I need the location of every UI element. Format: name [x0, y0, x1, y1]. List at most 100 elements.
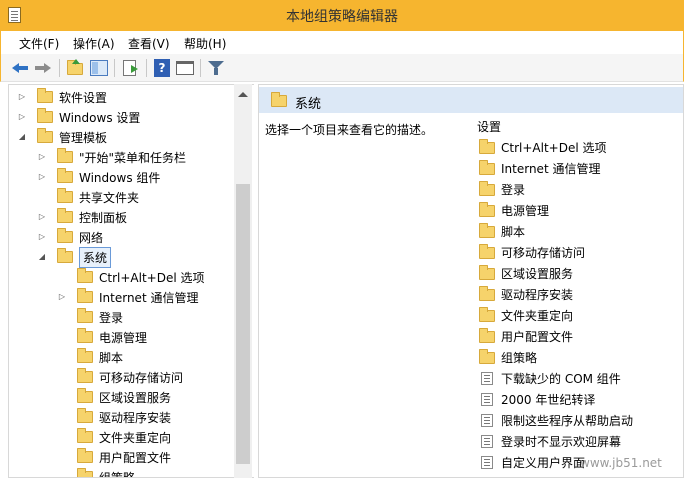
list-item-folder[interactable]: 组策略 — [473, 347, 537, 368]
menu-file[interactable]: 文件(F) — [19, 35, 59, 52]
folder-icon — [57, 148, 73, 163]
toolbar-separator — [146, 59, 147, 77]
tree-item[interactable]: 登录 — [77, 307, 123, 327]
list-item-folder[interactable]: 驱动程序安装 — [473, 284, 573, 305]
tree-item[interactable]: 区域设置服务 — [77, 387, 171, 407]
folder-icon — [479, 285, 495, 301]
folder-icon — [57, 208, 73, 223]
tree-item[interactable]: 可移动存储访问 — [77, 367, 183, 387]
show-hide-tree-icon[interactable] — [89, 58, 109, 78]
forward-icon[interactable] — [33, 58, 53, 78]
folder-icon — [479, 201, 495, 217]
folder-icon — [77, 448, 93, 463]
tree-item-label: Ctrl+Alt+Del 选项 — [99, 270, 205, 285]
tree-item-label: "开始"菜单和任务栏 — [79, 150, 187, 165]
list-item-label: 驱动程序安装 — [501, 288, 574, 302]
tree-item[interactable]: ▷ "开始"菜单和任务栏 — [39, 147, 187, 167]
list-item-label: 用户配置文件 — [501, 330, 574, 344]
collapse-arrow-icon[interactable]: ◢ — [17, 132, 27, 142]
list-item-setting[interactable]: 限制这些程序从帮助启动 — [473, 410, 633, 431]
list-item-setting[interactable]: 自定义用户界面 — [473, 452, 585, 473]
tree-pane[interactable]: ▷ 软件设置 ▷ Windows 设置 ◢ 管理模板 ▷ "开始"菜单和任务栏 ▷ Windows… — [8, 84, 254, 478]
list-item-setting[interactable]: 登录时不显示欢迎屏幕 — [473, 431, 621, 452]
policy-setting-icon — [481, 414, 493, 427]
tree-scrollbar[interactable] — [234, 84, 252, 478]
list-item-label: 2000 年世纪转译 — [501, 393, 596, 407]
list-item-folder[interactable]: 可移动存储访问 — [473, 242, 585, 263]
up-folder-icon[interactable] — [65, 58, 85, 78]
folder-icon — [37, 88, 53, 103]
policy-setting-icon — [481, 372, 493, 385]
tree-item[interactable]: 脚本 — [77, 347, 123, 367]
export-list-icon[interactable] — [121, 58, 141, 78]
help-icon[interactable]: ? — [152, 58, 172, 78]
menu-help[interactable]: 帮助(H) — [184, 35, 226, 52]
expand-arrow-icon[interactable]: ▷ — [17, 112, 27, 122]
menu-action[interactable]: 操作(A) — [73, 35, 115, 52]
tree-item[interactable]: 驱动程序安装 — [77, 407, 171, 427]
expand-arrow-icon[interactable]: ▷ — [37, 152, 47, 162]
expand-arrow-icon[interactable]: ▷ — [57, 292, 67, 302]
list-item-folder[interactable]: 文件夹重定向 — [473, 305, 573, 326]
details-pane: 系统 选择一个项目来查看它的描述。 设置 Ctrl+Alt+Del 选项 Inte… — [258, 84, 684, 478]
list-item-folder[interactable]: 登录 — [473, 179, 525, 200]
folder-icon — [479, 180, 495, 196]
folder-icon — [479, 222, 495, 238]
tree-item[interactable]: ◢ 系统 — [39, 246, 112, 268]
list-item-folder[interactable]: 区域设置服务 — [473, 263, 573, 284]
tree-item[interactable]: 文件夹重定向 — [77, 427, 171, 447]
list-item-folder[interactable]: Ctrl+Alt+Del 选项 — [473, 137, 606, 158]
tree-item[interactable]: 共享文件夹 — [57, 187, 139, 207]
column-header-setting[interactable]: 设置 — [477, 118, 501, 135]
tree-item-label: 软件设置 — [59, 90, 108, 105]
list-item-folder[interactable]: Internet 通信管理 — [473, 158, 600, 179]
menu-view[interactable]: 查看(V) — [128, 35, 170, 52]
tree-item[interactable]: 组策略 — [77, 467, 135, 477]
back-icon[interactable] — [11, 58, 31, 78]
settings-list: Ctrl+Alt+Del 选项 Internet 通信管理登录电源管理 脚本 可移动存… — [473, 137, 683, 477]
tree-item[interactable]: ▷ Windows 设置 — [19, 107, 141, 127]
details-header: 系统 — [259, 87, 683, 113]
expand-arrow-icon[interactable]: ▷ — [37, 172, 47, 182]
details-title: 系统 — [295, 97, 322, 112]
tree-item-label: 网络 — [79, 230, 104, 245]
list-item-folder[interactable]: 脚本 — [473, 221, 525, 242]
list-item-setting[interactable]: 2000 年世纪转译 — [473, 389, 595, 410]
collapse-arrow-icon[interactable]: ◢ — [37, 252, 47, 262]
tree-item[interactable]: ▷ 软件设置 — [19, 87, 108, 107]
list-item-label: 登录 — [501, 183, 526, 197]
folder-icon — [271, 92, 287, 107]
tree-item[interactable]: ◢ 管理模板 — [19, 127, 107, 147]
list-item-label: 下载缺少的 COM 组件 — [501, 372, 621, 386]
folder-icon — [479, 243, 495, 259]
scroll-thumb[interactable] — [236, 184, 250, 464]
folder-icon — [479, 306, 495, 322]
scroll-up-icon[interactable] — [238, 92, 248, 97]
tree-item[interactable]: 电源管理 — [77, 327, 147, 347]
tree-item[interactable]: ▷ Windows 组件 — [39, 167, 161, 187]
tree-item[interactable]: ▷ 控制面板 — [39, 207, 127, 227]
tree-item[interactable]: Ctrl+Alt+Del 选项 — [77, 267, 204, 287]
tree-item[interactable]: 用户配置文件 — [77, 447, 171, 467]
toolbar-separator — [200, 59, 201, 77]
properties-icon[interactable] — [175, 58, 195, 78]
folder-icon — [77, 268, 93, 283]
tree-item-label: Windows 组件 — [79, 170, 161, 185]
list-item-label: 组策略 — [501, 351, 538, 365]
tree-item-label: Windows 设置 — [59, 110, 141, 125]
title-bar: 本地组策略编辑器 — [0, 0, 684, 31]
expand-arrow-icon[interactable]: ▷ — [17, 92, 27, 102]
expand-arrow-icon[interactable]: ▷ — [37, 232, 47, 242]
list-item-folder[interactable]: 电源管理 — [473, 200, 549, 221]
tree-item[interactable]: ▷ Internet 通信管理 — [59, 287, 198, 307]
expand-arrow-icon[interactable]: ▷ — [37, 212, 47, 222]
list-item-folder[interactable]: 用户配置文件 — [473, 326, 573, 347]
folder-icon — [77, 408, 93, 423]
folder-icon — [57, 168, 73, 183]
filter-icon[interactable] — [206, 58, 226, 78]
tree-item-label: 登录 — [99, 310, 124, 325]
toolbar-separator — [114, 59, 115, 77]
tree-item-label: 可移动存储访问 — [99, 370, 184, 385]
list-item-setting[interactable]: 下载缺少的 COM 组件 — [473, 368, 621, 389]
tree-item[interactable]: ▷ 网络 — [39, 227, 104, 247]
